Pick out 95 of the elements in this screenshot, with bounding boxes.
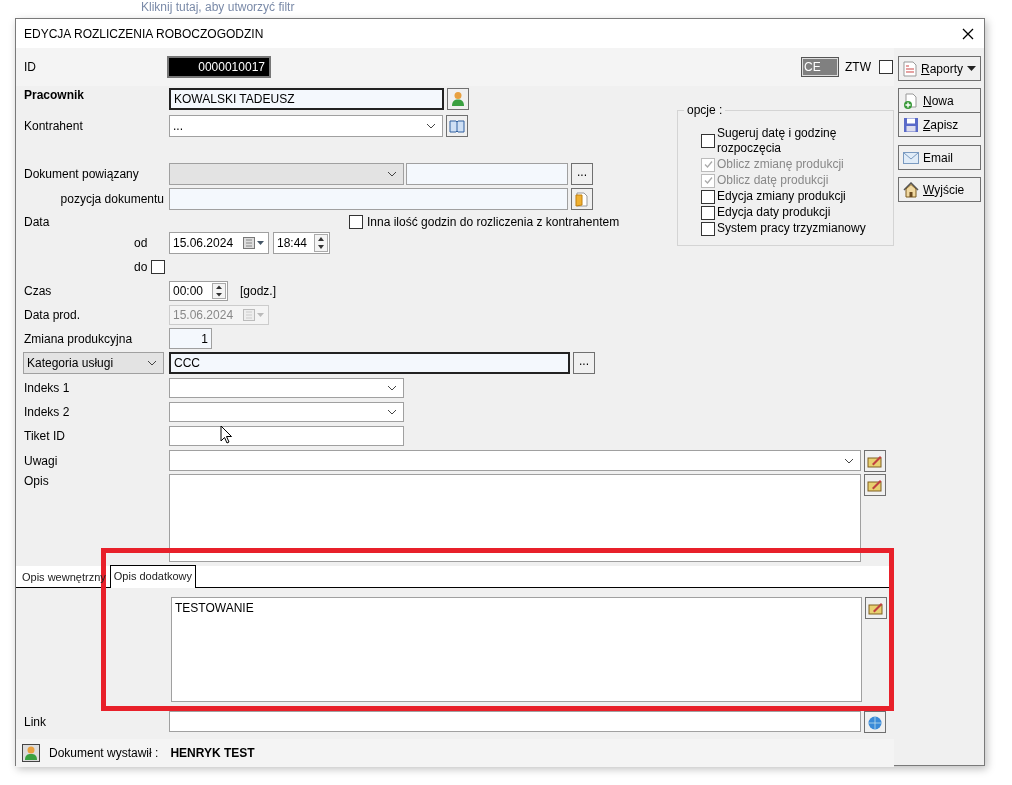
index-dropdown[interactable]: [169, 378, 404, 398]
checkbox-label: System pracy trzyzmianowy: [717, 221, 866, 236]
field-label: Zmiana produkcyjna: [24, 331, 134, 346]
field-label: Uwagi: [24, 453, 59, 468]
issuer-name: HENRYK TEST: [170, 746, 255, 760]
document-number-field[interactable]: [406, 163, 568, 185]
checkbox-label: Edycja daty produkcji: [717, 205, 831, 220]
checkbox[interactable]: [349, 215, 363, 229]
code-field: CE: [801, 57, 839, 77]
ticket-field[interactable]: [169, 426, 404, 446]
edit-button[interactable]: [864, 474, 886, 496]
field-label: Tiket ID: [24, 429, 66, 443]
book-button[interactable]: [446, 115, 468, 137]
action-button[interactable]: Zapisz: [898, 112, 981, 137]
notepad-pencil-icon: [868, 601, 884, 615]
checkbox[interactable]: [701, 189, 715, 204]
field-label: ZTW: [845, 60, 872, 74]
edit-button[interactable]: [865, 597, 887, 619]
field-label: Kontrahent: [24, 119, 84, 133]
chevron-down-icon: [387, 385, 397, 391]
field-label: Indeks 1: [24, 381, 71, 395]
remarks-dropdown[interactable]: [169, 450, 861, 471]
checkbox-label: Edycja zmiany produkcji: [717, 189, 846, 204]
employee-picker-button[interactable]: [447, 88, 469, 110]
calendar-icon: [243, 309, 265, 321]
person-icon: [451, 91, 465, 107]
field-label: od: [133, 236, 149, 250]
chevron-down-icon: [387, 409, 397, 415]
field-label: Data: [24, 215, 51, 229]
house-icon: [903, 181, 919, 198]
book-icon: [449, 119, 465, 133]
window-title: EDYCJA ROZLICZENIA ROBOCZOGODZIN: [24, 26, 264, 41]
action-button[interactable]: Raporty: [898, 56, 981, 81]
checkbox-label: Oblicz datę produkcji: [717, 173, 829, 188]
field-label: Opis: [24, 474, 50, 488]
shift-field[interactable]: 1: [169, 328, 212, 349]
calendar-icon: [243, 237, 265, 249]
action-button[interactable]: Nowa: [898, 88, 981, 113]
description-textarea[interactable]: [169, 474, 861, 562]
notepad-pencil-icon: [867, 478, 883, 492]
new-document-icon: [903, 92, 919, 109]
caret-icon: [967, 66, 976, 71]
checkbox[interactable]: [151, 260, 165, 274]
folder-button[interactable]: [571, 188, 593, 210]
field-label: Pracownik: [24, 88, 86, 102]
folder-icon: [575, 191, 589, 207]
person-icon: [22, 744, 40, 762]
envelope-icon: [903, 151, 919, 164]
spin-arrows-icon: [212, 283, 226, 299]
field-label: Link: [24, 714, 47, 729]
employee-field[interactable]: KOWALSKI TADEUSZ: [169, 88, 444, 110]
edit-button[interactable]: [864, 449, 886, 472]
checkbox[interactable]: [701, 221, 715, 236]
field-label: Data prod.: [24, 308, 82, 322]
field-label: Dokument powiązany: [24, 167, 140, 181]
category-field[interactable]: CCC: [169, 352, 570, 374]
field-label: Indeks 2: [24, 405, 71, 419]
chevron-down-icon: [426, 123, 436, 129]
contractor-dropdown[interactable]: ...: [169, 115, 443, 137]
date-picker[interactable]: 15.06.2024: [169, 232, 269, 254]
spin-arrows-icon: [314, 234, 328, 252]
footer-label: Dokument wystawił :: [49, 746, 159, 760]
checkbox-label: Inna ilość godzin do rozliczenia z kontrahentem: [367, 215, 620, 229]
unit-label: [godz.]: [240, 284, 277, 298]
checkbox-label: Oblicz zmianę produkcji: [717, 157, 844, 172]
action-button[interactable]: Email: [898, 145, 981, 170]
action-button[interactable]: Wyjście: [898, 177, 981, 202]
open-link-button[interactable]: [864, 710, 886, 733]
chevron-down-icon: [147, 360, 157, 366]
report-icon: [903, 60, 917, 77]
chevron-down-icon: [387, 171, 397, 177]
filter-hint[interactable]: Kliknij tutaj, aby utworzyć filtr: [0, 0, 295, 14]
field-label: pozycja dokumentu: [59, 192, 165, 206]
time-picker[interactable]: 00:00: [169, 281, 228, 301]
notepad-pencil-icon: [867, 453, 883, 468]
link-field[interactable]: [169, 711, 861, 732]
checkbox-label: Sugeruj datę i godzinę rozpoczęcia: [717, 126, 838, 156]
mouse-cursor-icon: [220, 425, 233, 444]
index-dropdown[interactable]: [169, 402, 404, 422]
checkbox[interactable]: [879, 60, 893, 74]
field-label: Czas: [24, 284, 53, 298]
additional-description-textarea[interactable]: TESTOWANIE: [171, 597, 862, 702]
time-picker[interactable]: 18:44: [273, 232, 330, 254]
field-label: do: [133, 260, 149, 274]
close-icon[interactable]: [962, 27, 974, 40]
group-title: opcje :: [684, 103, 726, 117]
checkbox[interactable]: [701, 134, 715, 148]
tab[interactable]: Opis dodatkowy: [109, 565, 197, 588]
category-dropdown[interactable]: Kategoria usługi: [23, 352, 164, 374]
id-field: 0000010017: [167, 56, 271, 78]
browse-button[interactable]: ...: [573, 352, 595, 374]
checkbox[interactable]: [701, 205, 715, 220]
chevron-down-icon: [844, 457, 854, 464]
field-label: ID: [24, 60, 37, 74]
document-position-field[interactable]: [169, 188, 568, 210]
